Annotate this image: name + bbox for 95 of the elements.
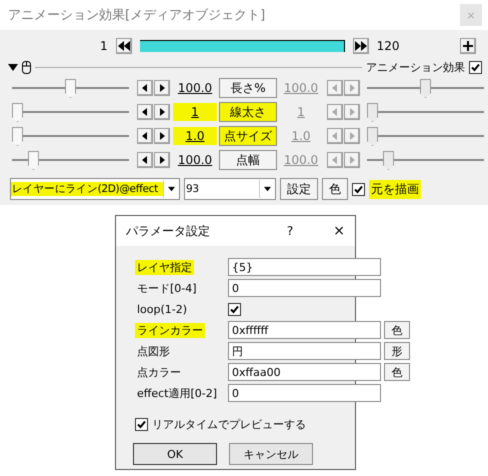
param-value[interactable]: 100.0 bbox=[173, 79, 217, 97]
left-triangle-icon bbox=[332, 84, 338, 92]
preview-label: リアルタイムでプレビューする bbox=[152, 417, 306, 432]
left-arrow-button[interactable] bbox=[136, 128, 152, 144]
parameter-label: レイヤ指定 bbox=[135, 260, 194, 274]
slider-thumb[interactable] bbox=[12, 127, 23, 146]
number-dropdown[interactable]: 93 bbox=[184, 178, 276, 200]
parameter-label: ラインカラー bbox=[135, 322, 205, 338]
left-arrow-button[interactable] bbox=[136, 80, 152, 96]
right-triangle-icon bbox=[158, 108, 164, 116]
checkbox[interactable] bbox=[352, 182, 365, 196]
right-triangle-icon bbox=[348, 132, 354, 140]
right-triangle-icon bbox=[348, 156, 354, 164]
checkbox[interactable] bbox=[135, 418, 148, 431]
slider-thumb[interactable] bbox=[420, 79, 431, 98]
slider-thumb[interactable] bbox=[367, 103, 378, 122]
start-frame: 1 bbox=[100, 39, 108, 53]
param-value[interactable]: 1 bbox=[173, 103, 217, 121]
left-triangle-icon bbox=[142, 84, 148, 92]
slider-thumb[interactable] bbox=[12, 103, 23, 122]
parameter-label: effect適用[0-2] bbox=[136, 386, 218, 400]
param-button[interactable]: 点サイズ bbox=[219, 126, 277, 146]
param-button[interactable]: 線太さ bbox=[219, 102, 277, 122]
slider[interactable] bbox=[12, 102, 129, 122]
input-field[interactable]: 0 bbox=[228, 279, 381, 297]
animation-effect-label: アニメーション効果 bbox=[366, 60, 465, 74]
param-value[interactable]: 1.0 bbox=[173, 127, 217, 145]
right-triangle-icon bbox=[158, 156, 164, 164]
close-button[interactable]: × bbox=[333, 223, 345, 239]
right-arrow-button[interactable] bbox=[154, 152, 170, 168]
left-triangle-icon bbox=[142, 156, 148, 164]
right-triangle-icon bbox=[158, 132, 164, 140]
fast-forward-icon bbox=[354, 41, 367, 51]
right-arrow-button[interactable] bbox=[154, 128, 170, 144]
left-arrow-button[interactable] bbox=[136, 152, 152, 168]
slider[interactable] bbox=[367, 150, 484, 170]
window-title: アニメーション効果[メディアオブジェクト] bbox=[8, 7, 266, 24]
slider-thumb[interactable] bbox=[65, 79, 76, 98]
rewind-icon bbox=[118, 41, 130, 51]
slider[interactable] bbox=[12, 150, 129, 170]
slider[interactable] bbox=[367, 126, 484, 146]
input-field[interactable]: {5} bbox=[228, 258, 381, 276]
parameter-label: 点図形 bbox=[136, 344, 171, 358]
right-arrow-button[interactable] bbox=[154, 104, 170, 120]
end-frame: 120 bbox=[376, 39, 400, 53]
draw-original-label: 元を描画 bbox=[369, 180, 421, 198]
fast-forward-button[interactable] bbox=[352, 38, 369, 54]
slider[interactable] bbox=[367, 102, 484, 122]
parameter-label: モード[0-4] bbox=[136, 280, 198, 296]
rewind-button[interactable] bbox=[116, 38, 132, 54]
check-icon bbox=[354, 184, 363, 194]
plus-icon bbox=[463, 41, 473, 51]
picker-button[interactable]: 色 bbox=[384, 363, 410, 381]
left-triangle-icon bbox=[332, 156, 338, 164]
add-button[interactable] bbox=[460, 38, 476, 54]
mouse-icon bbox=[22, 60, 31, 74]
picker-button[interactable]: 色 bbox=[384, 321, 410, 339]
left-triangle-icon bbox=[142, 108, 148, 116]
slider[interactable] bbox=[367, 78, 484, 98]
triangle-icon[interactable] bbox=[8, 64, 18, 70]
param-button[interactable]: 点幅 bbox=[219, 150, 277, 170]
color-button[interactable]: 色 bbox=[322, 178, 348, 200]
settings-button[interactable]: 設定 bbox=[280, 178, 318, 200]
cancel-button[interactable]: キャンセル bbox=[229, 443, 313, 465]
effect-dropdown[interactable]: レイヤーにライン(2D)@effect bbox=[10, 178, 180, 200]
check-icon bbox=[137, 420, 146, 429]
param-button[interactable]: 長さ% bbox=[219, 78, 277, 98]
check-icon bbox=[471, 62, 480, 72]
left-triangle-icon bbox=[332, 108, 338, 116]
checkbox[interactable] bbox=[228, 302, 241, 316]
input-field[interactable]: 0 bbox=[228, 384, 381, 402]
slider[interactable] bbox=[12, 126, 129, 146]
ok-button[interactable]: OK bbox=[133, 443, 217, 465]
parameter-label: loop(1-2) bbox=[136, 302, 188, 316]
help-button[interactable]: ? bbox=[286, 224, 294, 238]
checkbox[interactable] bbox=[469, 60, 482, 74]
slider-thumb[interactable] bbox=[28, 151, 39, 170]
right-triangle-icon bbox=[158, 84, 164, 92]
right-triangle-icon bbox=[348, 108, 354, 116]
dialog-title: パラメータ設定 bbox=[126, 222, 211, 240]
slider[interactable] bbox=[12, 78, 129, 98]
right-arrow-button[interactable] bbox=[154, 80, 170, 96]
left-triangle-icon bbox=[332, 132, 338, 140]
check-icon bbox=[230, 304, 239, 314]
slider-thumb[interactable] bbox=[382, 151, 394, 170]
left-triangle-icon bbox=[142, 132, 148, 140]
slider-thumb[interactable] bbox=[367, 127, 378, 146]
left-arrow-button[interactable] bbox=[136, 104, 152, 120]
input-field[interactable]: 円 bbox=[228, 342, 381, 360]
input-field[interactable]: 0xffffff bbox=[228, 321, 381, 339]
param-value[interactable]: 100.0 bbox=[173, 151, 217, 169]
parameter-label: 点カラー bbox=[136, 364, 182, 380]
right-triangle-icon bbox=[348, 84, 354, 92]
picker-button[interactable]: 形 bbox=[384, 342, 410, 360]
input-field[interactable]: 0xffaa00 bbox=[228, 363, 381, 381]
